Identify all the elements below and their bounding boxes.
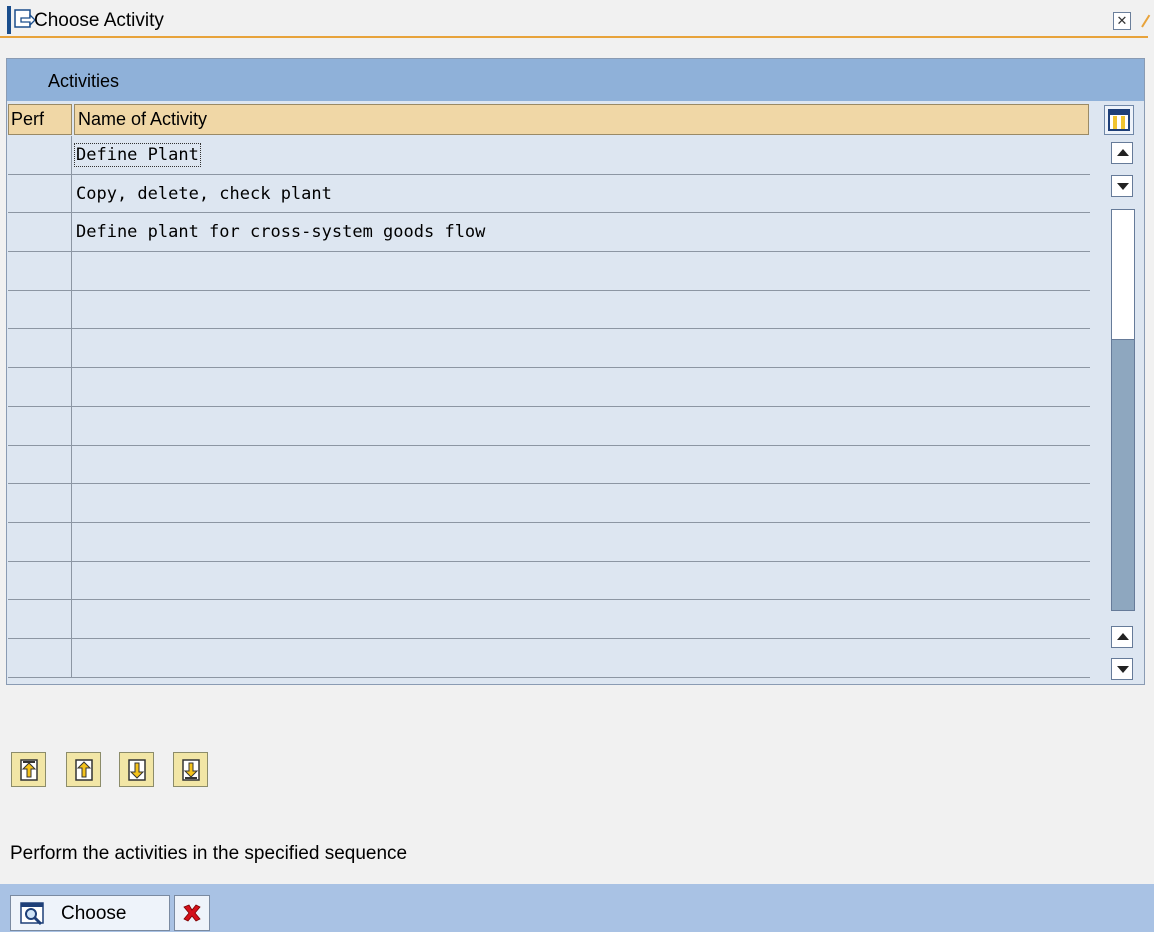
choose-button[interactable]: Choose: [10, 895, 170, 931]
table-row[interactable]: [8, 445, 1090, 485]
activity-name-cell[interactable]: [74, 562, 1090, 600]
column-header-name[interactable]: Name of Activity: [74, 104, 1089, 135]
table-row[interactable]: [8, 561, 1090, 601]
activity-name-cell[interactable]: [74, 484, 1090, 522]
instruction-text: Perform the activities in the specified …: [10, 843, 408, 864]
first-page-button[interactable]: [11, 752, 46, 787]
page-down-scroll-icon[interactable]: [1111, 658, 1133, 680]
previous-page-button[interactable]: [66, 752, 101, 787]
title-underline-tail: [1141, 14, 1151, 28]
close-icon[interactable]: ✕: [1113, 12, 1131, 30]
panel-title: Activities: [48, 71, 120, 91]
activity-name-cell[interactable]: [74, 639, 1090, 677]
table-row[interactable]: Define Plant: [8, 136, 1090, 175]
activity-name-cell[interactable]: [74, 523, 1090, 561]
window-title: Choose Activity: [34, 10, 164, 31]
panel-header: Activities: [7, 59, 1144, 101]
table-row[interactable]: [8, 522, 1090, 562]
activity-name-cell[interactable]: [74, 252, 1090, 290]
perf-cell[interactable]: [8, 600, 72, 638]
perf-cell[interactable]: [8, 174, 72, 213]
table-row[interactable]: Define plant for cross-system goods flow: [8, 213, 1090, 253]
page-last-icon: [182, 759, 200, 781]
window-icon: [14, 9, 36, 28]
perf-cell[interactable]: [8, 252, 72, 290]
activity-name-cell[interactable]: [74, 329, 1090, 367]
choose-icon: [20, 902, 44, 926]
page-up-scroll-icon[interactable]: [1111, 626, 1133, 648]
perf-cell[interactable]: [8, 290, 72, 329]
scroll-track[interactable]: [1111, 209, 1135, 611]
activity-table: Define Plant Copy, delete, check plant D…: [8, 136, 1090, 678]
next-page-button[interactable]: [119, 752, 154, 787]
activity-name-cell[interactable]: [74, 291, 1090, 329]
activity-name-cell[interactable]: Copy, delete, check plant: [74, 175, 1090, 213]
title-accent: [7, 6, 11, 34]
table-row[interactable]: [8, 406, 1090, 446]
perf-cell[interactable]: [8, 213, 72, 252]
scroll-thumb[interactable]: [1112, 210, 1134, 340]
table-row[interactable]: [8, 638, 1090, 678]
perf-cell[interactable]: [8, 406, 72, 445]
cancel-icon: [183, 904, 201, 922]
activity-name: Define Plant: [74, 143, 201, 167]
cancel-button[interactable]: [174, 895, 210, 931]
activity-name-cell[interactable]: Define plant for cross-system goods flow: [74, 213, 1090, 251]
page-down-icon: [128, 759, 146, 781]
vertical-scrollbar[interactable]: [1111, 142, 1135, 682]
perf-cell[interactable]: [8, 329, 72, 368]
column-header-perf[interactable]: Perf: [8, 104, 72, 135]
table-row[interactable]: [8, 368, 1090, 407]
table-row[interactable]: [8, 484, 1090, 523]
table-settings-button[interactable]: [1104, 105, 1134, 135]
perf-cell[interactable]: [8, 561, 72, 600]
table-row[interactable]: [8, 252, 1090, 291]
perf-cell[interactable]: [8, 368, 72, 406]
table-row[interactable]: [8, 600, 1090, 639]
scroll-up-icon[interactable]: [1111, 142, 1133, 164]
title-bar: Choose Activity ✕: [0, 0, 1154, 38]
activity-name-cell[interactable]: [74, 368, 1090, 406]
activity-name-cell[interactable]: [74, 407, 1090, 445]
table-row[interactable]: [8, 290, 1090, 330]
activities-panel: Activities Perf Name of Activity Define …: [6, 58, 1145, 685]
activity-name-cell[interactable]: [74, 446, 1090, 484]
perf-cell[interactable]: [8, 638, 72, 677]
perf-cell[interactable]: [8, 445, 72, 484]
activity-name-cell[interactable]: Define Plant: [74, 136, 1090, 174]
scroll-down-icon[interactable]: [1111, 175, 1133, 197]
table-row[interactable]: Copy, delete, check plant: [8, 174, 1090, 214]
page-up-icon: [75, 759, 93, 781]
activity-name-cell[interactable]: [74, 600, 1090, 638]
perf-cell[interactable]: [8, 522, 72, 561]
choose-label: Choose: [61, 903, 127, 924]
perf-cell[interactable]: [8, 484, 72, 522]
last-page-button[interactable]: [173, 752, 208, 787]
table-row[interactable]: [8, 329, 1090, 369]
title-underline: [0, 36, 1148, 38]
perf-cell[interactable]: [8, 136, 72, 174]
table-settings-icon: [1108, 109, 1130, 131]
page-first-icon: [20, 759, 38, 781]
